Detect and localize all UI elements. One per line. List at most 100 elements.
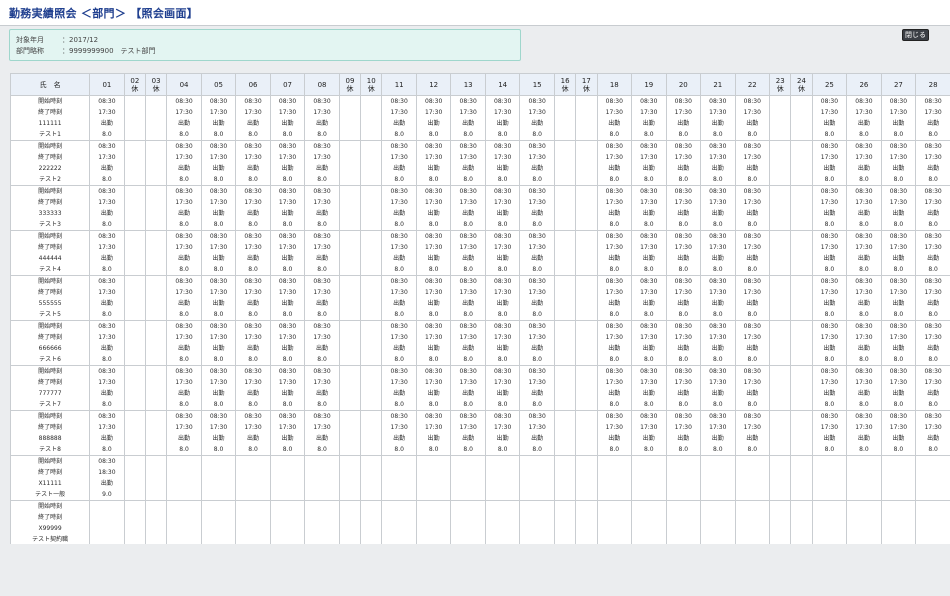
day-header-10: 10 休 xyxy=(360,73,383,96)
start-time: 08:30 xyxy=(709,143,727,150)
work-hours: 8.0 xyxy=(497,311,508,318)
day-cell: 08:30 17:30 出勤 8.0 xyxy=(381,185,417,231)
work-hours: 8.0 xyxy=(463,446,473,453)
end-time: 17:30 xyxy=(855,334,873,341)
day-cell: 08:30 17:30 出勤 8.0 xyxy=(304,230,340,276)
day-cell xyxy=(360,365,383,411)
start-time: 08:30 xyxy=(175,323,193,330)
start-time: 08:30 xyxy=(278,413,297,420)
end-time: 17:30 xyxy=(605,424,623,431)
day-number: 11 xyxy=(394,80,404,89)
start-time: 08:30 xyxy=(494,143,512,150)
day-cell: 08:30 17:30 出勤 8.0 xyxy=(269,230,306,276)
attendance-type: 出勤 xyxy=(711,435,724,442)
holiday-label: 休 xyxy=(152,84,160,93)
start-time: 08:30 xyxy=(209,98,228,105)
attendance-type: 出勤 xyxy=(462,345,475,352)
day-cell: 08:30 17:30 出勤 8.0 xyxy=(200,320,237,366)
employee-name: テスト1 xyxy=(39,131,61,138)
day-cell xyxy=(769,455,792,501)
work-hours: 8.0 xyxy=(859,401,869,408)
work-hours: 8.0 xyxy=(282,131,293,138)
start-time: 08:30 xyxy=(820,323,839,330)
start-time: 08:30 xyxy=(605,233,623,240)
end-time: 17:30 xyxy=(98,424,116,431)
day-cell xyxy=(144,95,168,141)
day-header-02: 02 休 xyxy=(123,73,146,96)
day-cell: 08:30 17:30 出勤 8.0 xyxy=(269,365,306,411)
start-time: 08:30 xyxy=(855,188,873,195)
day-cell: 08:30 17:30 出勤 8.0 xyxy=(631,140,667,186)
day-cell: 08:30 17:30 出勤 8.0 xyxy=(269,320,306,366)
end-time: 17:30 xyxy=(674,154,692,161)
day-cell xyxy=(235,455,271,501)
day-cell: 08:30 17:30 出勤 8.0 xyxy=(596,410,633,456)
start-time: 08:30 xyxy=(709,188,727,195)
work-hours: 8.0 xyxy=(644,311,654,318)
end-time: 17:30 xyxy=(605,289,623,296)
start-time: 08:30 xyxy=(175,143,193,150)
day-cell: 08:30 17:30 出勤 8.0 xyxy=(846,95,882,141)
day-cell xyxy=(575,320,598,366)
day-cell xyxy=(575,185,598,231)
attendance-type: 出勤 xyxy=(178,435,191,442)
start-time-label: 開始時刻 xyxy=(38,503,63,510)
start-time: 08:30 xyxy=(313,278,331,285)
start-time: 08:30 xyxy=(494,233,512,240)
day-header-03: 03 休 xyxy=(144,73,168,96)
day-cell: 08:30 17:30 出勤 8.0 xyxy=(304,95,340,141)
start-time-label: 開始時刻 xyxy=(38,458,63,465)
work-hours: 8.0 xyxy=(824,401,835,408)
attendance-type: 出勤 xyxy=(100,255,113,262)
attendance-grid-container[interactable]: 氏 名 01 02 休 03 休 04 05 06 07 08 09 休 10 休 11 12 13 14 15 16… xyxy=(10,73,950,544)
end-time: 17:30 xyxy=(313,334,331,341)
day-cell: 08:30 17:30 出勤 8.0 xyxy=(484,185,521,231)
work-hours: 8.0 xyxy=(463,311,473,318)
end-time: 17:30 xyxy=(209,424,228,431)
end-time: 17:30 xyxy=(459,379,477,386)
day-cell: 08:30 17:30 出勤 8.0 xyxy=(269,140,306,186)
start-time: 08:30 xyxy=(855,368,873,375)
end-time: 17:30 xyxy=(313,424,331,431)
day-cell xyxy=(123,365,146,411)
end-time: 17:30 xyxy=(855,379,873,386)
day-cell xyxy=(575,365,598,411)
employee-name: テスト3 xyxy=(39,221,61,228)
start-time: 08:30 xyxy=(244,278,262,285)
start-time: 08:30 xyxy=(743,233,761,240)
attendance-type: 出勤 xyxy=(247,165,260,172)
attendance-type: 出勤 xyxy=(496,390,509,397)
end-time: 17:30 xyxy=(820,289,839,296)
day-cell xyxy=(575,140,598,186)
day-cell xyxy=(575,500,598,544)
start-time: 08:30 xyxy=(605,368,623,375)
day-cell: 08:30 17:30 出勤 8.0 xyxy=(846,320,882,366)
attendance-type: 出勤 xyxy=(316,210,329,217)
day-cell xyxy=(769,230,792,276)
start-time: 08:30 xyxy=(494,323,512,330)
attendance-type: 出勤 xyxy=(711,165,724,172)
day-cell: 08:30 17:30 出勤 8.0 xyxy=(915,230,950,276)
day-cell xyxy=(769,500,792,544)
attendance-type: 出勤 xyxy=(746,345,759,352)
day-cell: 08:30 17:30 出勤 8.0 xyxy=(235,230,271,276)
day-cell xyxy=(144,230,168,276)
start-time: 08:30 xyxy=(494,98,512,105)
close-button[interactable]: 閉じる xyxy=(902,29,929,41)
work-hours: 8.0 xyxy=(713,401,723,408)
start-time: 08:30 xyxy=(528,233,546,240)
day-cell: 08:30 17:30 出勤 8.0 xyxy=(269,410,306,456)
page-title: 勤務実績照会 ＜部門＞ 【照会画面】 xyxy=(9,7,199,20)
day-cell: 08:30 17:30 出勤 8.0 xyxy=(484,365,521,411)
work-hours: 8.0 xyxy=(317,401,327,408)
day-number: 06 xyxy=(248,80,258,89)
end-time: 17:30 xyxy=(674,379,692,386)
attendance-type: 出勤 xyxy=(823,165,836,172)
work-hours: 8.0 xyxy=(644,176,654,183)
day-cell: 08:30 17:30 出勤 8.0 xyxy=(415,365,452,411)
day-cell: 08:30 17:30 出勤 8.0 xyxy=(700,95,736,141)
end-time: 17:30 xyxy=(674,244,692,251)
attendance-type: 出勤 xyxy=(746,390,759,397)
start-time: 08:30 xyxy=(278,98,297,105)
start-time: 08:30 xyxy=(278,233,297,240)
